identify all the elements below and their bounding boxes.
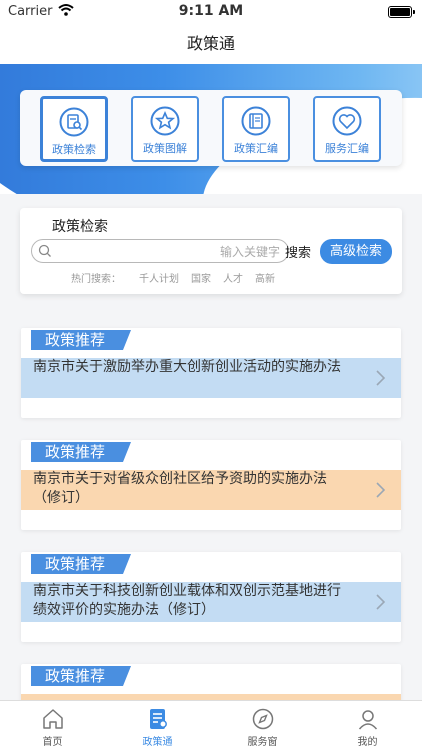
clock: 9:11 AM <box>178 3 244 19</box>
home-icon <box>42 709 63 729</box>
policy-doc-icon <box>149 709 167 729</box>
policy-title-row: 南京市关于科技创新创业载体和双创示范基地进行绩效评价的实施办法（修订） <box>21 582 401 622</box>
tab-service[interactable]: 服务窗 <box>210 701 315 750</box>
tab-mine[interactable]: 我的 <box>315 701 420 750</box>
book-icon <box>241 106 271 136</box>
search-card-title: 政策检索 <box>52 219 108 235</box>
doc-search-icon <box>59 107 89 137</box>
hot-search-row: 热门搜索： 千人计划 国家 人才 高新 <box>71 270 287 285</box>
star-circle-icon <box>150 106 180 136</box>
policy-badge: 政策推荐 <box>31 554 131 574</box>
heart-circle-icon <box>332 106 362 136</box>
quick-item-label: 服务汇编 <box>325 142 369 155</box>
compass-icon <box>252 708 273 730</box>
policy-badge: 政策推荐 <box>31 330 131 350</box>
quick-item-label: 政策汇编 <box>234 142 278 155</box>
policy-title: 南京市关于科技创新创业载体和双创示范基地进行绩效评价的实施办法（修订） <box>33 583 341 618</box>
tab-label: 我的 <box>357 737 378 748</box>
hot-term[interactable]: 国家 <box>191 274 211 285</box>
quick-item-policy-diagram[interactable]: 政策图解 <box>131 96 199 162</box>
quick-item-service-compilation[interactable]: 服务汇编 <box>313 96 381 162</box>
search-button[interactable]: 搜索 <box>285 242 311 261</box>
tab-label: 首页 <box>42 737 63 748</box>
tab-label: 服务窗 <box>247 737 278 748</box>
search-icon <box>38 244 51 257</box>
hot-term[interactable]: 高新 <box>255 274 275 285</box>
chevron-right-icon <box>376 482 385 498</box>
quick-item-policy-search[interactable]: 政策检索 <box>40 96 108 162</box>
quick-item-label: 政策检索 <box>52 143 96 156</box>
nav-bar: 政策通 <box>0 24 422 64</box>
policy-card[interactable]: 政策推荐 南京市关于科技创新创业载体和双创示范基地进行绩效评价的实施办法（修订） <box>21 552 401 642</box>
tab-label: 政策通 <box>142 737 173 748</box>
tab-bar: 首页 政策通 服务窗 我的 <box>0 700 422 750</box>
user-icon <box>358 710 377 730</box>
policy-title: 南京市关于对省级众创社区给予资助的实施办法（修订） <box>33 471 327 506</box>
quick-item-policy-compilation[interactable]: 政策汇编 <box>222 96 290 162</box>
policy-badge: 政策推荐 <box>31 666 131 686</box>
search-input[interactable]: 输入关键字 <box>31 239 289 263</box>
policy-card[interactable]: 政策推荐 南京市关于激励举办重大创新创业活动的实施办法 <box>21 328 401 418</box>
tab-home[interactable]: 首页 <box>0 701 105 750</box>
chevron-right-icon <box>376 370 385 386</box>
battery-icon <box>388 6 415 18</box>
status-bar: Carrier 9:11 AM <box>0 0 422 24</box>
policy-card[interactable]: 政策推荐 南京市关于对省级众创社区给予资助的实施办法（修订） <box>21 440 401 530</box>
policy-title-row: 南京市关于激励举办重大创新创业活动的实施办法 <box>21 358 401 398</box>
policy-search-card: 政策检索 输入关键字 搜索 高级检索 热门搜索： 千人计划 国家 人才 高新 <box>20 208 402 294</box>
policy-title-row: 南京市关于对省级众创社区给予资助的实施办法（修订） <box>21 470 401 510</box>
page-title: 政策通 <box>186 34 235 53</box>
hot-search-label: 热门搜索： <box>71 274 121 285</box>
quick-item-label: 政策图解 <box>143 142 187 155</box>
hot-term[interactable]: 千人计划 <box>139 274 179 285</box>
tab-policy[interactable]: 政策通 <box>105 701 210 750</box>
policy-badge: 政策推荐 <box>31 442 131 462</box>
quick-entry-card: 政策检索 政策图解 政策汇编 服务汇编 <box>20 90 402 166</box>
advanced-search-button[interactable]: 高级检索 <box>320 239 392 264</box>
policy-title: 南京市关于激励举办重大创新创业活动的实施办法 <box>33 359 341 375</box>
hot-term[interactable]: 人才 <box>223 274 243 285</box>
search-placeholder: 输入关键字 <box>219 245 280 259</box>
chevron-right-icon <box>376 594 385 610</box>
